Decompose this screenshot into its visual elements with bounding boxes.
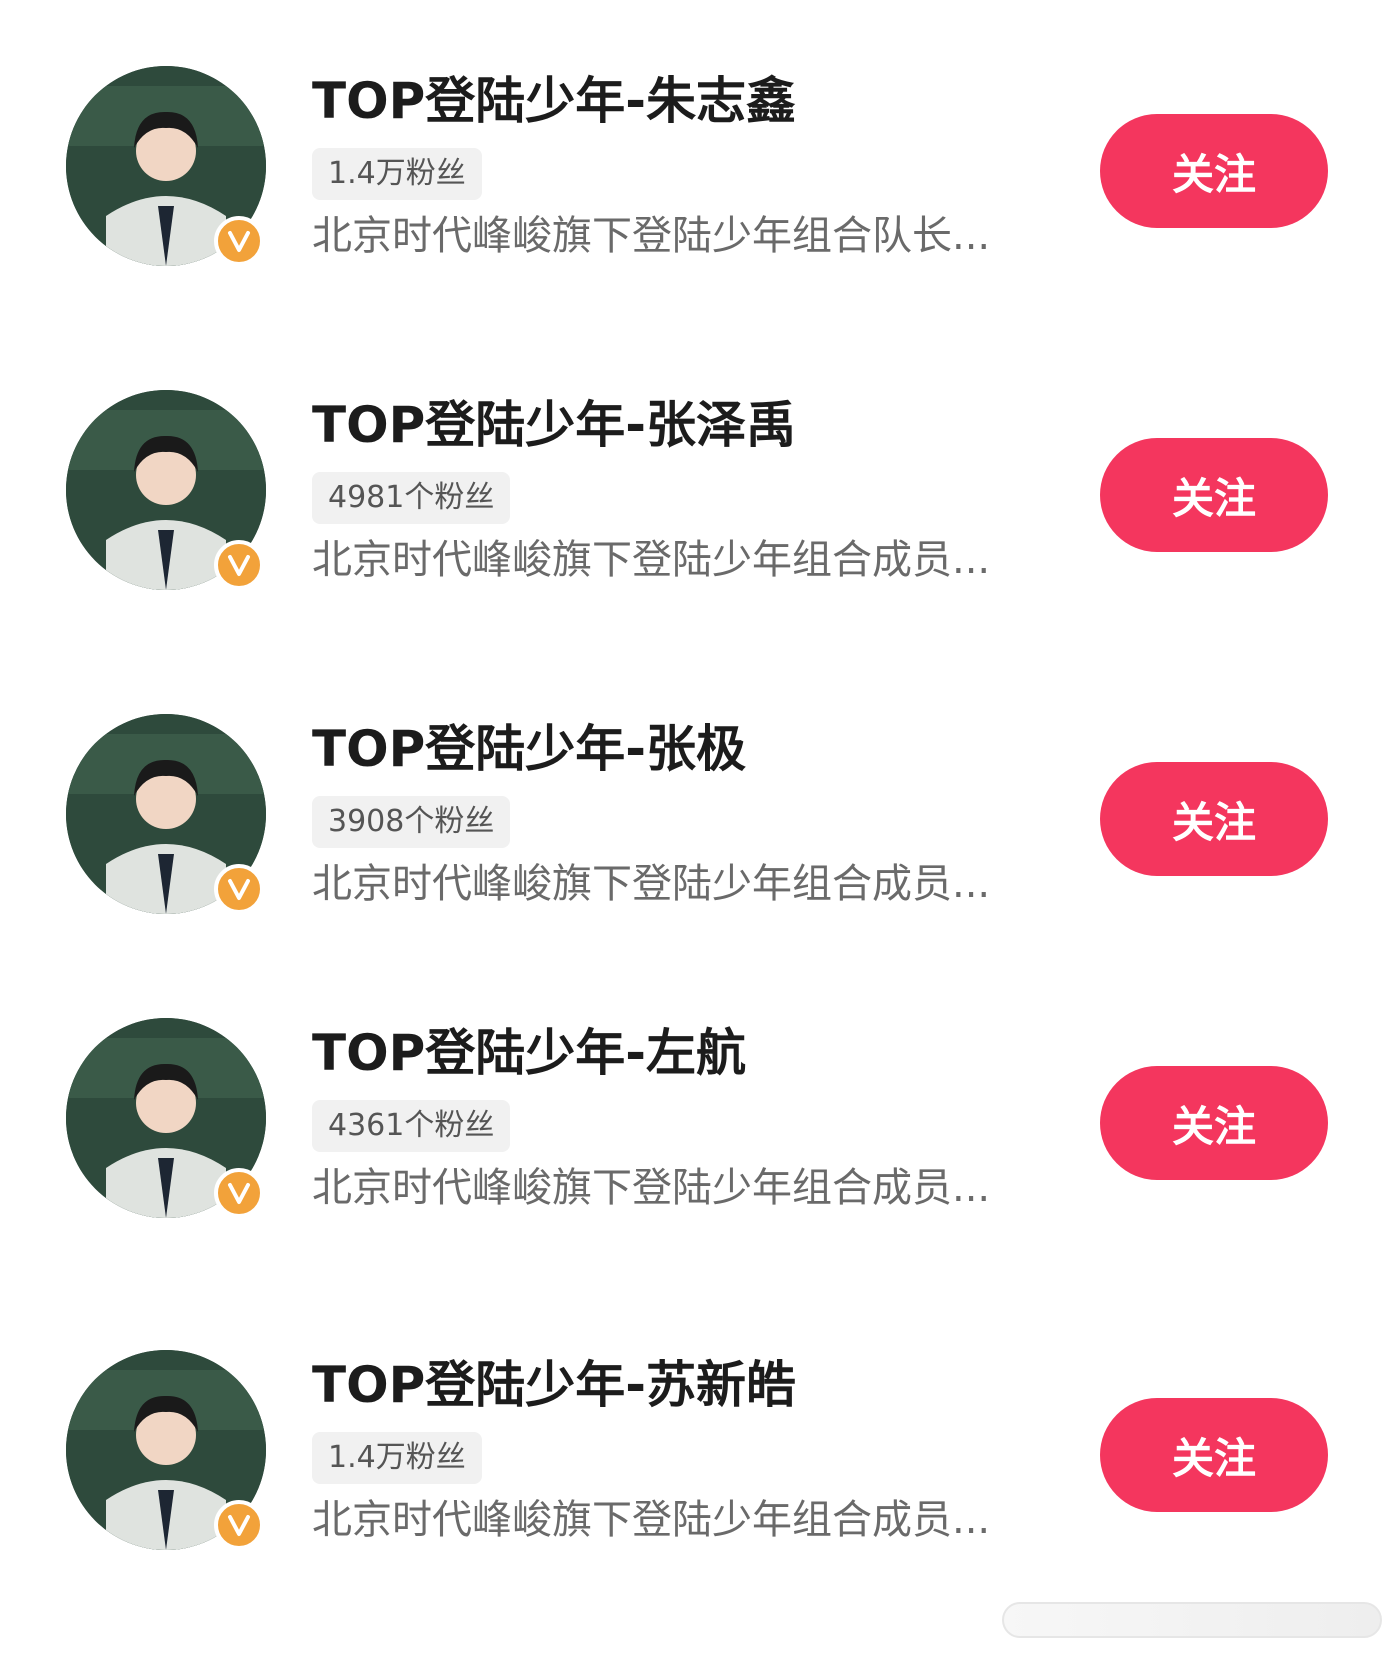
account-row[interactable]: TOP登陆少年-张极 3908个粉丝 北京时代峰峻旗下登陆少年组合成员... 关… [0, 714, 1400, 924]
follow-button[interactable]: 关注 [1100, 762, 1328, 876]
follower-count-badge: 1.4万粉丝 [312, 148, 482, 200]
follow-button[interactable]: 关注 [1100, 114, 1328, 228]
follower-count-badge: 4361个粉丝 [312, 1100, 511, 1152]
account-name[interactable]: TOP登陆少年-张极 [312, 722, 746, 777]
account-row[interactable]: TOP登陆少年-朱志鑫 1.4万粉丝 北京时代峰峻旗下登陆少年组合队长... 关… [0, 66, 1400, 276]
account-description: 北京时代峰峻旗下登陆少年组合成员... [312, 1497, 991, 1543]
follow-button[interactable]: 关注 [1100, 1398, 1328, 1512]
account-row[interactable]: TOP登陆少年-张泽禹 4981个粉丝 北京时代峰峻旗下登陆少年组合成员... … [0, 390, 1400, 600]
account-name[interactable]: TOP登陆少年-左航 [312, 1026, 746, 1081]
follower-count-badge: 1.4万粉丝 [312, 1432, 482, 1484]
account-name[interactable]: TOP登陆少年-张泽禹 [312, 398, 796, 453]
verified-v-icon [214, 864, 264, 914]
account-name[interactable]: TOP登陆少年-苏新皓 [312, 1358, 796, 1413]
account-row[interactable]: TOP登陆少年-左航 4361个粉丝 北京时代峰峻旗下登陆少年组合成员... 关… [0, 1018, 1400, 1228]
scroll-indicator[interactable] [1002, 1602, 1382, 1638]
verified-v-icon [214, 540, 264, 590]
account-description: 北京时代峰峻旗下登陆少年组合成员... [312, 537, 991, 583]
account-description: 北京时代峰峻旗下登陆少年组合成员... [312, 1165, 991, 1211]
follower-count-badge: 3908个粉丝 [312, 796, 511, 848]
follower-count-badge: 4981个粉丝 [312, 472, 511, 524]
verified-v-icon [214, 216, 264, 266]
follow-button[interactable]: 关注 [1100, 1066, 1328, 1180]
follow-button[interactable]: 关注 [1100, 438, 1328, 552]
verified-v-icon [214, 1168, 264, 1218]
account-name[interactable]: TOP登陆少年-朱志鑫 [312, 74, 796, 129]
account-row[interactable]: TOP登陆少年-苏新皓 1.4万粉丝 北京时代峰峻旗下登陆少年组合成员... 关… [0, 1350, 1400, 1560]
account-list: TOP登陆少年-朱志鑫 1.4万粉丝 北京时代峰峻旗下登陆少年组合队长... 关… [0, 0, 1400, 1655]
account-description: 北京时代峰峻旗下登陆少年组合队长... [312, 213, 991, 259]
account-description: 北京时代峰峻旗下登陆少年组合成员... [312, 861, 991, 907]
verified-v-icon [214, 1500, 264, 1550]
